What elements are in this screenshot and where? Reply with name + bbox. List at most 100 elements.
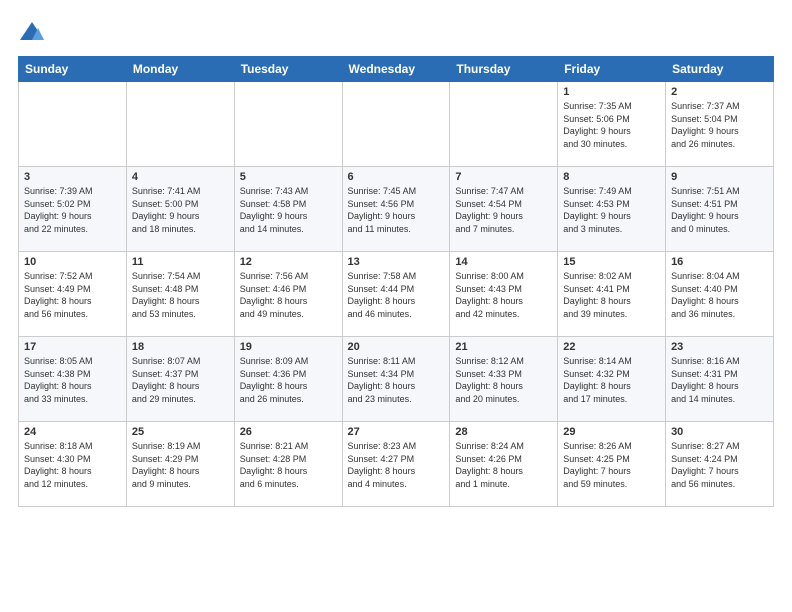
day-info: Sunrise: 8:12 AMSunset: 4:33 PMDaylight:…: [455, 355, 552, 405]
day-header-sunday: Sunday: [19, 57, 127, 82]
calendar-cell: 20 Sunrise: 8:11 AMSunset: 4:34 PMDayligh…: [342, 337, 450, 422]
day-info: Sunrise: 7:47 AMSunset: 4:54 PMDaylight:…: [455, 185, 552, 235]
calendar-cell: 11Sunrise: 7:54 AMSunset: 4:48 PMDayligh…: [126, 252, 234, 337]
calendar-week-5: 24Sunrise: 8:18 AMSunset: 4:30 PMDayligh…: [19, 422, 774, 507]
day-info: Sunrise: 7:52 AMSunset: 4:49 PMDaylight:…: [24, 270, 121, 320]
day-number: 10: [24, 256, 121, 268]
day-number: 7: [455, 171, 552, 183]
calendar-cell: 14 Sunrise: 8:00 AMSunset: 4:43 PMDayligh…: [450, 252, 558, 337]
day-info: Sunrise: 8:04 AMSunset: 4:40 PMDaylight:…: [671, 270, 768, 320]
calendar-cell: 24Sunrise: 8:18 AMSunset: 4:30 PMDayligh…: [19, 422, 127, 507]
day-info: Sunrise: 8:00 AMSunset: 4:43 PMDaylight:…: [455, 270, 552, 320]
day-info: Sunrise: 7:58 AMSunset: 4:44 PMDaylight:…: [348, 270, 445, 320]
calendar-cell: 3 Sunrise: 7:39 AMSunset: 5:02 PMDaylight…: [19, 167, 127, 252]
day-info: Sunrise: 7:37 AMSunset: 5:04 PMDaylight:…: [671, 100, 768, 150]
day-number: 30: [671, 426, 768, 438]
calendar-cell: 21 Sunrise: 8:12 AMSunset: 4:33 PMDayligh…: [450, 337, 558, 422]
day-number: 18: [132, 341, 229, 353]
day-number: 16: [671, 256, 768, 268]
day-info: Sunrise: 8:24 AMSunset: 4:26 PMDaylight:…: [455, 440, 552, 490]
day-number: 20: [348, 341, 445, 353]
day-number: 17: [24, 341, 121, 353]
calendar-cell: 10 Sunrise: 7:52 AMSunset: 4:49 PMDayligh…: [19, 252, 127, 337]
logo: [18, 18, 50, 46]
calendar-cell: 25Sunrise: 8:19 AMSunset: 4:29 PMDayligh…: [126, 422, 234, 507]
page: SundayMondayTuesdayWednesdayThursdayFrid…: [0, 0, 792, 612]
day-info: Sunrise: 7:39 AMSunset: 5:02 PMDaylight:…: [24, 185, 121, 235]
day-header-friday: Friday: [558, 57, 666, 82]
day-info: Sunrise: 7:45 AMSunset: 4:56 PMDaylight:…: [348, 185, 445, 235]
header: [18, 18, 774, 46]
calendar-body: 1Sunrise: 7:35 AMSunset: 5:06 PMDaylight…: [19, 82, 774, 507]
calendar-cell: 28 Sunrise: 8:24 AMSunset: 4:26 PMDayligh…: [450, 422, 558, 507]
day-header-wednesday: Wednesday: [342, 57, 450, 82]
calendar-cell: 1Sunrise: 7:35 AMSunset: 5:06 PMDaylight…: [558, 82, 666, 167]
day-number: 29: [563, 426, 660, 438]
logo-icon: [18, 18, 46, 46]
day-info: Sunrise: 7:49 AMSunset: 4:53 PMDaylight:…: [563, 185, 660, 235]
day-number: 5: [240, 171, 337, 183]
day-header-thursday: Thursday: [450, 57, 558, 82]
day-info: Sunrise: 8:11 AMSunset: 4:34 PMDaylight:…: [348, 355, 445, 405]
calendar-cell: [126, 82, 234, 167]
calendar-header-row: SundayMondayTuesdayWednesdayThursdayFrid…: [19, 57, 774, 82]
day-number: 4: [132, 171, 229, 183]
day-number: 14: [455, 256, 552, 268]
day-info: Sunrise: 7:51 AMSunset: 4:51 PMDaylight:…: [671, 185, 768, 235]
day-number: 26: [240, 426, 337, 438]
calendar-cell: 16 Sunrise: 8:04 AMSunset: 4:40 PMDayligh…: [666, 252, 774, 337]
day-header-monday: Monday: [126, 57, 234, 82]
day-number: 21: [455, 341, 552, 353]
day-number: 9: [671, 171, 768, 183]
day-number: 2: [671, 86, 768, 98]
calendar-cell: [234, 82, 342, 167]
calendar-cell: 4 Sunrise: 7:41 AMSunset: 5:00 PMDaylight…: [126, 167, 234, 252]
calendar-cell: 15 Sunrise: 8:02 AMSunset: 4:41 PMDayligh…: [558, 252, 666, 337]
calendar-cell: [342, 82, 450, 167]
calendar-cell: 8Sunrise: 7:49 AMSunset: 4:53 PMDaylight…: [558, 167, 666, 252]
calendar-week-3: 10 Sunrise: 7:52 AMSunset: 4:49 PMDayligh…: [19, 252, 774, 337]
calendar-cell: 23 Sunrise: 8:16 AMSunset: 4:31 PMDayligh…: [666, 337, 774, 422]
day-number: 19: [240, 341, 337, 353]
calendar-cell: 17 Sunrise: 8:05 AMSunset: 4:38 PMDayligh…: [19, 337, 127, 422]
calendar-cell: 26Sunrise: 8:21 AMSunset: 4:28 PMDayligh…: [234, 422, 342, 507]
day-info: Sunrise: 8:27 AMSunset: 4:24 PMDaylight:…: [671, 440, 768, 490]
calendar-cell: 30 Sunrise: 8:27 AMSunset: 4:24 PMDayligh…: [666, 422, 774, 507]
day-header-saturday: Saturday: [666, 57, 774, 82]
day-info: Sunrise: 8:23 AMSunset: 4:27 PMDaylight:…: [348, 440, 445, 490]
calendar-week-1: 1Sunrise: 7:35 AMSunset: 5:06 PMDaylight…: [19, 82, 774, 167]
calendar-cell: 2 Sunrise: 7:37 AMSunset: 5:04 PMDaylight…: [666, 82, 774, 167]
day-info: Sunrise: 8:14 AMSunset: 4:32 PMDaylight:…: [563, 355, 660, 405]
day-info: Sunrise: 7:43 AMSunset: 4:58 PMDaylight:…: [240, 185, 337, 235]
calendar-cell: 12Sunrise: 7:56 AMSunset: 4:46 PMDayligh…: [234, 252, 342, 337]
day-number: 28: [455, 426, 552, 438]
day-number: 3: [24, 171, 121, 183]
calendar-cell: [19, 82, 127, 167]
day-header-tuesday: Tuesday: [234, 57, 342, 82]
calendar-cell: 13 Sunrise: 7:58 AMSunset: 4:44 PMDayligh…: [342, 252, 450, 337]
calendar-cell: 6 Sunrise: 7:45 AMSunset: 4:56 PMDaylight…: [342, 167, 450, 252]
day-number: 13: [348, 256, 445, 268]
calendar-cell: [450, 82, 558, 167]
calendar-cell: 9 Sunrise: 7:51 AMSunset: 4:51 PMDaylight…: [666, 167, 774, 252]
calendar-cell: 19 Sunrise: 8:09 AMSunset: 4:36 PMDayligh…: [234, 337, 342, 422]
day-number: 6: [348, 171, 445, 183]
day-info: Sunrise: 8:18 AMSunset: 4:30 PMDaylight:…: [24, 440, 121, 490]
day-number: 23: [671, 341, 768, 353]
calendar-week-4: 17 Sunrise: 8:05 AMSunset: 4:38 PMDayligh…: [19, 337, 774, 422]
day-info: Sunrise: 8:16 AMSunset: 4:31 PMDaylight:…: [671, 355, 768, 405]
day-number: 22: [563, 341, 660, 353]
calendar-cell: 5 Sunrise: 7:43 AMSunset: 4:58 PMDaylight…: [234, 167, 342, 252]
day-info: Sunrise: 8:09 AMSunset: 4:36 PMDaylight:…: [240, 355, 337, 405]
calendar-table: SundayMondayTuesdayWednesdayThursdayFrid…: [18, 56, 774, 507]
day-number: 15: [563, 256, 660, 268]
calendar-cell: 29Sunrise: 8:26 AMSunset: 4:25 PMDayligh…: [558, 422, 666, 507]
calendar-cell: 22 Sunrise: 8:14 AMSunset: 4:32 PMDayligh…: [558, 337, 666, 422]
day-info: Sunrise: 8:05 AMSunset: 4:38 PMDaylight:…: [24, 355, 121, 405]
calendar-cell: 18Sunrise: 8:07 AMSunset: 4:37 PMDayligh…: [126, 337, 234, 422]
day-info: Sunrise: 7:56 AMSunset: 4:46 PMDaylight:…: [240, 270, 337, 320]
day-info: Sunrise: 7:54 AMSunset: 4:48 PMDaylight:…: [132, 270, 229, 320]
day-number: 1: [563, 86, 660, 98]
day-info: Sunrise: 7:41 AMSunset: 5:00 PMDaylight:…: [132, 185, 229, 235]
day-info: Sunrise: 8:02 AMSunset: 4:41 PMDaylight:…: [563, 270, 660, 320]
